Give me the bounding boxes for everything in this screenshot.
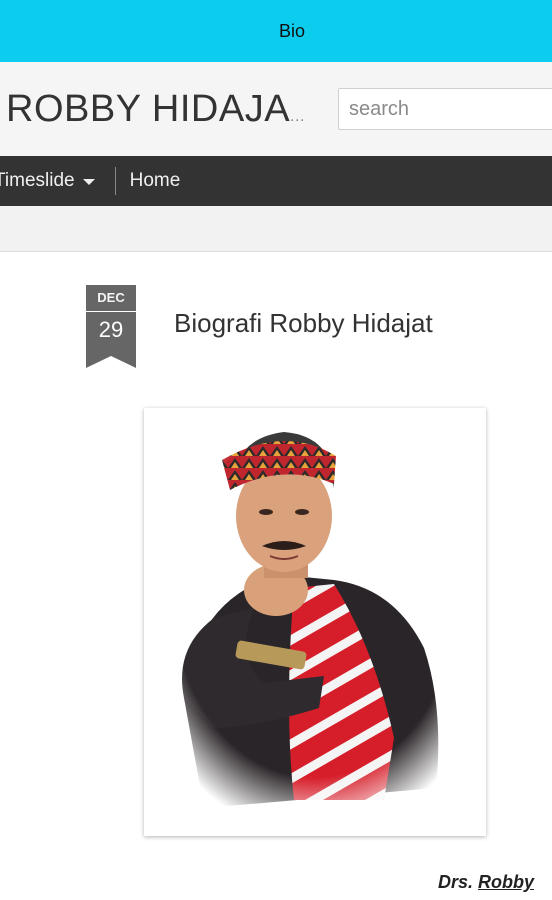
post-photo[interactable] <box>144 408 486 836</box>
blog-title-ellipsis: ... <box>290 108 305 125</box>
portrait-photo-icon <box>144 408 486 836</box>
blog-header: ROBBY HIDAJA... <box>0 62 552 156</box>
nav-divider <box>114 167 116 195</box>
blog-title[interactable]: ROBBY HIDAJA... <box>6 88 305 131</box>
nav-item-home[interactable]: Home <box>130 170 181 192</box>
blog-title-text: ROBBY HIDAJA <box>6 88 291 130</box>
date-badge: DEC 29 <box>86 285 136 369</box>
nav-bar: Timeslide Home <box>0 156 552 206</box>
post-title[interactable]: Biografi Robby Hidajat <box>174 308 433 339</box>
search-input[interactable] <box>338 88 552 130</box>
byline-author-link[interactable]: Robby <box>478 872 534 892</box>
nav-item-timeslide-label: Timeslide <box>0 170 75 191</box>
topbar-title: Bio <box>278 20 305 41</box>
app-topbar: Bio <box>0 0 552 62</box>
sub-bar <box>0 206 552 252</box>
nav-item-timeslide[interactable]: Timeslide <box>0 170 95 192</box>
byline-prefix: Drs. <box>438 872 474 892</box>
post-byline: Drs. Robby <box>438 872 534 893</box>
chevron-down-icon <box>82 179 95 185</box>
nav-item-home-label: Home <box>129 170 181 191</box>
date-day: 29 <box>98 317 124 342</box>
date-day-ribbon: 29 <box>86 312 136 369</box>
date-month: DEC <box>86 285 136 311</box>
